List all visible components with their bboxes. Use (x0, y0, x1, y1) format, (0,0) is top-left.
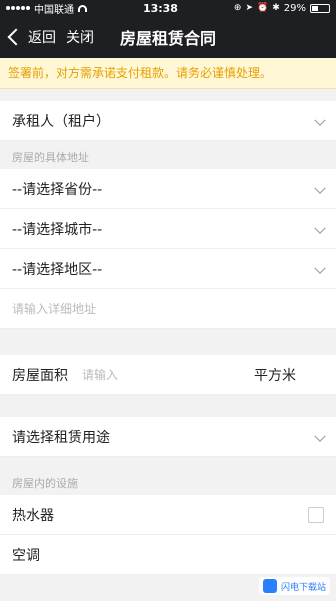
watermark-text: 闪电下载站 (280, 582, 326, 593)
facility-label: 空调 (12, 547, 40, 564)
chevron-down-icon (314, 182, 326, 194)
address-input[interactable]: 请输入详细地址 (0, 289, 336, 329)
battery-icon (309, 3, 330, 13)
signal-icon (6, 6, 30, 10)
lock-icon: ⊕ (233, 3, 242, 13)
alarm-icon: ⏰ (256, 3, 269, 13)
bluetooth-icon: ✱ (272, 3, 280, 13)
facility-checkbox[interactable] (308, 506, 324, 523)
chevron-down-icon (314, 430, 326, 442)
status-time: 13:38 (142, 1, 178, 15)
wifi-icon (78, 4, 87, 12)
district-value: --请选择地区-- (12, 261, 103, 278)
tenant-select[interactable]: 承租人（租户） (0, 101, 336, 141)
tenant-label: 承租人（租户） (12, 113, 110, 130)
province-select[interactable]: --请选择省份-- (0, 169, 336, 209)
nav-bar: 返回 关闭 房屋租赁合同 (0, 16, 336, 58)
facility-label: 热水器 (12, 507, 54, 524)
address-section-label: 房屋的具体地址 (0, 141, 336, 169)
spacer (0, 329, 336, 355)
area-unit: 平方米 (254, 367, 296, 384)
usage-value: 请选择租赁用途 (12, 429, 110, 446)
chevron-down-icon (314, 222, 326, 234)
spacer (0, 89, 336, 101)
back-label: 返回 (28, 30, 56, 46)
watermark-logo-icon (262, 579, 277, 593)
facilities-section-label: 房屋内的设施 (0, 457, 336, 495)
back-arrow-icon (7, 28, 25, 46)
province-value: --请选择省份-- (12, 181, 103, 198)
area-row: 房屋面积 请输入 平方米 (0, 355, 336, 395)
area-label: 房屋面积 (12, 367, 68, 384)
battery-percent: 29% (283, 2, 306, 14)
city-value: --请选择城市-- (12, 221, 103, 238)
facility-water-heater[interactable]: 热水器 (0, 495, 336, 535)
district-select[interactable]: --请选择地区-- (0, 249, 336, 289)
usage-select[interactable]: 请选择租赁用途 (0, 417, 336, 457)
city-select[interactable]: --请选择城市-- (0, 209, 336, 249)
close-button[interactable]: 关闭 (66, 27, 94, 47)
carrier-name: 中国联通 (34, 4, 74, 16)
chevron-down-icon (314, 114, 326, 126)
chevron-down-icon (314, 262, 326, 274)
spacer (0, 395, 336, 417)
location-icon: ➤ (245, 3, 253, 13)
status-bar: 中国联通 13:38 ⊕ ➤ ⏰ ✱ 29% (0, 0, 336, 16)
facility-air-conditioner[interactable]: 空调 (0, 535, 336, 575)
back-button[interactable]: 返回 (7, 27, 56, 47)
area-input[interactable]: 请输入 (82, 366, 118, 383)
notice-banner: 签署前，对方需承诺支付租款。请务必谨慎处理。 (0, 58, 336, 89)
watermark: 闪电下载站 (258, 577, 330, 595)
address-placeholder: 请输入详细地址 (12, 302, 97, 316)
